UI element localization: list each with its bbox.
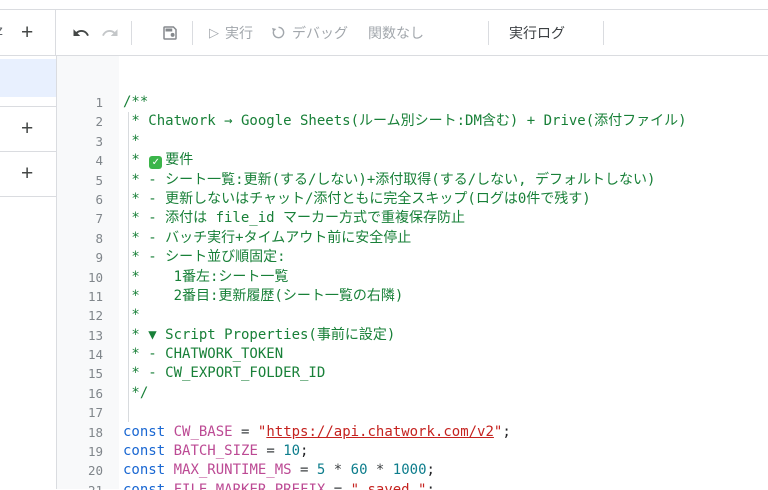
selected-file-item[interactable] bbox=[0, 59, 56, 97]
code-line: 19 const BATCH_SIZE = 10; bbox=[57, 442, 768, 461]
code-line: 14 * - CHATWORK_TOKEN bbox=[57, 345, 768, 364]
apps-script-ide: ↓z + ▷ 実行 デバッグ 関数なし 実 bbox=[0, 0, 768, 490]
debug-icon bbox=[271, 25, 286, 40]
code-line: 7 * - 添付は file_id マーカー方式で重複保存防止 bbox=[57, 209, 768, 228]
files-panel-header: ↓z + bbox=[0, 10, 56, 55]
run-play-icon: ▷ bbox=[209, 25, 219, 41]
code-line: 15 * - CW_EXPORT_FOLDER_ID bbox=[57, 364, 768, 383]
code-line: 5 * - シート一覧:更新(する/しない)+添付取得(する/しない, デフォル… bbox=[57, 171, 768, 190]
toolbar-divider bbox=[603, 21, 604, 45]
save-project-icon bbox=[161, 24, 179, 42]
header-bottom-edge bbox=[0, 0, 768, 10]
code-text: * - 添付は file_id マーカー方式で重複保存防止 bbox=[123, 209, 465, 228]
sidebar-divider bbox=[0, 196, 56, 197]
line-number: 7 bbox=[57, 209, 103, 228]
code-text: * ✓要件 bbox=[123, 151, 193, 170]
code-text: * - シート一覧:更新(する/しない)+添付取得(する/しない, デフォルトし… bbox=[123, 171, 655, 190]
code-text: * - CHATWORK_TOKEN bbox=[123, 345, 283, 364]
sort-files-icon[interactable]: ↓z bbox=[0, 22, 2, 38]
line-number: 12 bbox=[57, 306, 103, 325]
code-text: const MAX_RUNTIME_MS = 5 * 60 * 1000; bbox=[123, 461, 435, 480]
code-text: * bbox=[123, 132, 140, 151]
line-number: 6 bbox=[57, 190, 103, 209]
code-line: 1 /** bbox=[57, 93, 768, 112]
code-line: 12 * bbox=[57, 306, 768, 325]
code-text: * - シート並び順固定: bbox=[123, 248, 286, 267]
files-sidebar: + + bbox=[0, 56, 57, 489]
line-number: 20 bbox=[57, 461, 103, 480]
code-text: * - 更新しないはチャット/添付ともに完全スキップ(ログは0件で残す) bbox=[123, 190, 591, 209]
code-text: const BATCH_SIZE = 10; bbox=[123, 442, 308, 461]
code-line: 8 * - バッチ実行+タイムアウト前に安全停止 bbox=[57, 229, 768, 248]
code-line: 16 */ bbox=[57, 384, 768, 403]
code-line: 17 bbox=[57, 403, 768, 422]
toolbar-divider bbox=[192, 21, 193, 45]
code-line: 20 const MAX_RUNTIME_MS = 5 * 60 * 1000; bbox=[57, 461, 768, 480]
code-text: /** bbox=[123, 93, 148, 112]
code-line: 2 * Chatwork → Google Sheets(ルーム別シート:DM含… bbox=[57, 112, 768, 131]
toolbar: ↓z + ▷ 実行 デバッグ 関数なし 実 bbox=[0, 10, 768, 56]
run-button[interactable]: ▷ 実行 bbox=[209, 23, 253, 43]
undo-button[interactable] bbox=[72, 24, 90, 42]
code-line: 4 * ✓要件 bbox=[57, 151, 768, 170]
line-number: 15 bbox=[57, 364, 103, 383]
line-number: 14 bbox=[57, 345, 103, 364]
line-number: 5 bbox=[57, 171, 103, 190]
code-text: * bbox=[123, 306, 140, 325]
code-line: 6 * - 更新しないはチャット/添付ともに完全スキップ(ログは0件で残す) bbox=[57, 190, 768, 209]
code-text: * Chatwork → Google Sheets(ルーム別シート:DM含む)… bbox=[123, 112, 687, 131]
main-content: + + 1/**2 * Chatwork → Google Sheets(ルーム… bbox=[0, 56, 768, 489]
add-library-button[interactable]: + bbox=[21, 118, 33, 139]
line-number: 19 bbox=[57, 442, 103, 461]
code-line: 3 * bbox=[57, 132, 768, 151]
code-text: * 1番左:シート一覧 bbox=[123, 268, 288, 287]
line-number: 17 bbox=[57, 403, 103, 422]
code-editor[interactable]: 1/**2 * Chatwork → Google Sheets(ルーム別シート… bbox=[57, 56, 768, 489]
line-number: 10 bbox=[57, 268, 103, 287]
debug-label: デバッグ bbox=[292, 23, 348, 43]
add-service-button[interactable]: + bbox=[21, 163, 33, 184]
code-text: * - CW_EXPORT_FOLDER_ID bbox=[123, 364, 325, 383]
check-emoji: ✓ bbox=[149, 156, 162, 169]
line-number: 18 bbox=[57, 423, 103, 442]
code-area[interactable]: 1/**2 * Chatwork → Google Sheets(ルーム別シート… bbox=[57, 56, 768, 489]
code-line: 11 * 2番目:更新履歴(シート一覧の右隣) bbox=[57, 287, 768, 306]
code-text: const FILE_MARKER_PREFIX = ".saved_"; bbox=[123, 481, 435, 490]
debug-button[interactable]: デバッグ bbox=[271, 23, 348, 43]
code-line: 18 const CW_BASE = "https://api.chatwork.… bbox=[57, 423, 768, 442]
services-section-header: + bbox=[0, 152, 56, 196]
code-text: * - バッチ実行+タイムアウト前に安全停止 bbox=[123, 229, 411, 248]
code-line: 13 * ▼ Script Properties(事前に設定) bbox=[57, 326, 768, 345]
run-label: 実行 bbox=[225, 23, 253, 43]
line-number: 8 bbox=[57, 229, 103, 248]
redo-button[interactable] bbox=[101, 24, 119, 42]
function-selector[interactable]: 関数なし bbox=[368, 23, 424, 43]
code-text: * 2番目:更新履歴(シート一覧の右隣) bbox=[123, 287, 403, 306]
code-text: const CW_BASE = "https://api.chatwork.co… bbox=[123, 423, 511, 442]
add-file-button[interactable]: + bbox=[21, 22, 33, 43]
code-line: 9 * - シート並び順固定: bbox=[57, 248, 768, 267]
undo-arrow-icon bbox=[72, 24, 90, 42]
save-button[interactable] bbox=[161, 24, 179, 42]
code-text: * ▼ Script Properties(事前に設定) bbox=[123, 326, 395, 345]
line-number: 1 bbox=[57, 93, 103, 112]
editor-toolbar: ▷ 実行 デバッグ 関数なし 実行ログ bbox=[56, 10, 768, 55]
line-number: 11 bbox=[57, 287, 103, 306]
execution-log-button[interactable]: 実行ログ bbox=[489, 23, 603, 43]
line-number: 4 bbox=[57, 151, 103, 170]
toolbar-divider bbox=[131, 21, 132, 45]
line-number: 9 bbox=[57, 248, 103, 267]
redo-arrow-icon bbox=[101, 24, 119, 42]
line-number: 3 bbox=[57, 132, 103, 151]
line-number: 2 bbox=[57, 112, 103, 131]
code-line: 10 * 1番左:シート一覧 bbox=[57, 268, 768, 287]
line-number: 21 bbox=[57, 481, 103, 490]
code-text: */ bbox=[123, 384, 148, 403]
code-line: 21 const FILE_MARKER_PREFIX = ".saved_"; bbox=[57, 481, 768, 490]
line-number: 13 bbox=[57, 326, 103, 345]
line-number: 16 bbox=[57, 384, 103, 403]
libraries-section-header: + bbox=[0, 107, 56, 151]
